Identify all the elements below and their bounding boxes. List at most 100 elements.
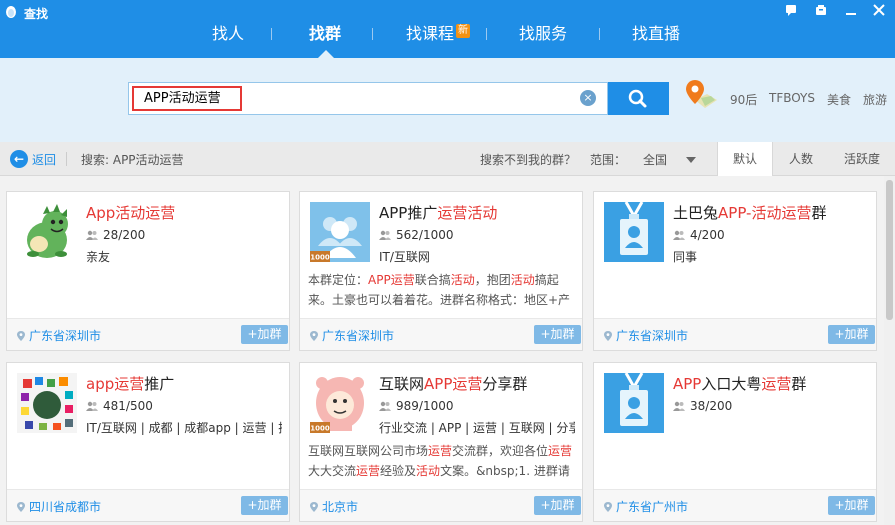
group-name[interactable]: APP推广运营活动 [379,202,497,223]
hot-word[interactable]: 90后 [730,91,757,108]
group-name[interactable]: APP入口大粤运营群 [673,373,806,394]
group-tags: IT/互联网 [379,250,430,264]
join-group-button[interactable]: +加群 [828,325,875,344]
cannot-find-my-group-link[interactable]: 搜索不到我的群？ [480,151,576,168]
skin-icon[interactable] [812,4,830,20]
app-icons-collage-avatar[interactable] [17,373,77,433]
group-location[interactable]: 广东省深圳市 [310,327,394,344]
tab-divider [486,28,487,40]
group-card[interactable]: 土巴兔APP-活动运营群 4/200 同事广东省深圳市 +加群 [593,191,877,351]
member-count-text: 562/1000 [396,228,454,242]
keyword-highlight: App活动运营 [86,204,176,222]
group-location[interactable]: 广东省深圳市 [604,327,688,344]
group-name[interactable]: 互联网APP运营分享群 [379,373,527,394]
group-location[interactable]: 广东省广州市 [604,498,688,515]
group-location[interactable]: 北京市 [310,498,358,515]
tab-find-live[interactable]: 找直播 [632,22,680,58]
tab-find-people[interactable]: 找人 [212,22,244,58]
keyword-highlight: 运营 [114,375,145,393]
default-group-avatar[interactable]: 1000 [310,202,370,262]
sort-members[interactable]: 人数 [773,142,829,176]
members-icon [86,401,98,411]
scrollbar[interactable] [884,176,895,525]
keyword-highlight: 运营 [428,444,453,458]
group-tags: 同事 [673,250,698,264]
join-group-button[interactable]: +加群 [828,496,875,515]
close-icon[interactable] [870,4,888,20]
location-pin-icon [310,502,318,512]
sort-default[interactable]: 默认 [717,142,773,177]
pink-meme-avatar[interactable]: 1000 [310,373,370,433]
location-text: 广东省深圳市 [322,329,395,343]
text-part: 群 [791,375,807,393]
chevron-down-icon[interactable] [686,157,696,163]
hot-word[interactable]: TFBOYS [769,91,815,105]
id-badge-avatar[interactable] [604,373,664,433]
back-link[interactable]: 返回 [32,151,56,168]
keyword-highlight: 活动 [450,273,475,287]
join-group-button[interactable]: +加群 [241,496,288,515]
group-name[interactable]: app运营推广 [86,373,174,394]
group-card[interactable]: app运营推广 481/500 IT/互联网 | 成都 | 成都app | 运营 |… [6,362,290,522]
group-card[interactable]: APP入口大粤运营群 38/200 广东省广州市 +加群 [593,362,877,522]
keyword-highlight: APP [673,375,702,393]
back-arrow-icon[interactable]: ← [10,150,28,168]
id-badge-avatar[interactable] [604,202,664,262]
member-count-text: 28/200 [103,228,146,242]
feedback-icon[interactable] [782,4,800,20]
join-group-button[interactable]: +加群 [534,325,581,344]
keyword-highlight: 活动 [510,273,535,287]
group-description: 本群定位：APP运营联合搞活动，抱团活动搞起来。土豪也可以着着花。进群名称格式：… [308,270,576,310]
clear-icon[interactable]: × [580,90,596,106]
tab-divider [372,28,373,40]
sort-activity[interactable]: 活跃度 [829,142,895,176]
search-input[interactable]: APP活动运营 [132,86,242,111]
member-count-text: 989/1000 [396,399,454,413]
members-icon [379,230,391,240]
filter-bar: ← 返回 搜索: APP活动运营 搜索不到我的群？ 范围： 全国 默认 人数 活… [0,142,895,177]
members-icon [673,230,685,240]
join-group-button[interactable]: +加群 [534,496,581,515]
main-tabs: 找人 找群 找课程新 找服务 找直播 [0,22,895,58]
join-group-button[interactable]: +加群 [241,325,288,344]
search-button[interactable] [608,82,669,115]
active-tab-caret [318,50,334,58]
text-part: 经验及 [380,464,417,478]
hot-word[interactable]: 旅游 [863,91,887,108]
group-name[interactable]: App活动运营 [86,202,175,223]
member-count-text: 38/200 [690,399,733,413]
card-footer: 广东省深圳市 +加群 [300,318,582,350]
text-part: 推广 [144,375,175,393]
tab-find-services[interactable]: 找服务 [519,22,567,58]
range-select[interactable]: 全国 [643,151,667,168]
search-box[interactable]: APP活动运营 [128,82,608,115]
level-badge: 1000 [310,425,330,433]
results-grid: App活动运营 28/200 亲友 广东省深圳市 +加群 1000 APP推广运营活动 562… [0,176,884,525]
hot-word[interactable]: 美食 [827,91,851,108]
members-icon [673,401,685,411]
group-card[interactable]: 1000 APP推广运营活动 562/1000 IT/互联网本群定位：APP运营联合搞… [299,191,583,351]
location-pin-icon [17,502,25,512]
group-tags: 亲友 [86,250,111,264]
group-card[interactable]: 1000 互联网APP运营分享群 989/1000 行业交流 | APP | 运营 |… [299,362,583,522]
keyword-highlight: 运营 [356,464,381,478]
group-location[interactable]: 广东省深圳市 [17,327,101,344]
group-description: 互联网互联网公司市场运营交流群，欢迎各位运营大大交流运营经验及活动文案。&nbs… [308,441,576,481]
scrollbar-thumb[interactable] [886,180,893,320]
location-text: 北京市 [322,500,359,514]
group-location[interactable]: 四川省成都市 [17,498,101,515]
member-count: 481/500 [86,399,153,413]
search-area: APP活动运营 × 90后 TFBOYS 美食 旅游 [0,58,895,142]
group-tags: IT/互联网 | 成都 | 成都app | 运营 | 推广 [86,421,282,435]
member-count: 4/200 [673,228,725,242]
card-footer: 北京市 +加群 [300,489,582,521]
group-name[interactable]: 土巴兔APP-活动运营群 [673,202,826,223]
map-location-icon[interactable] [685,78,719,114]
minimize-icon[interactable] [842,4,860,20]
card-footer: 广东省深圳市 +加群 [594,318,876,350]
tab-find-courses[interactable]: 找课程新 [406,22,471,58]
search-icon [628,89,647,108]
group-card[interactable]: App活动运营 28/200 亲友广东省深圳市 +加群 [6,191,290,351]
green-dinosaur-avatar[interactable] [17,202,77,262]
tab-divider [599,28,600,40]
